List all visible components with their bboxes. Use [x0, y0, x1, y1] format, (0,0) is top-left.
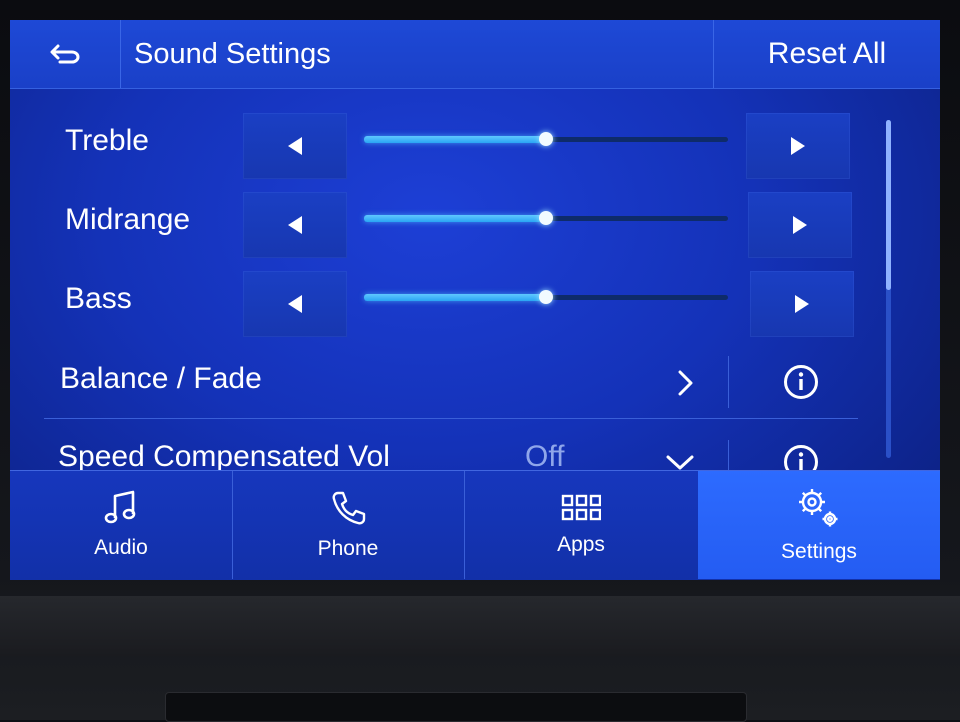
music-note-icon: [104, 490, 136, 524]
nav-apps[interactable]: Apps: [464, 471, 699, 579]
nav-audio-label: Audio: [94, 536, 148, 559]
treble-decrease-button[interactable]: [243, 113, 347, 179]
dashboard-slot: [165, 692, 747, 722]
slider-thumb[interactable]: [539, 132, 553, 146]
scrollbar-thumb[interactable]: [886, 120, 891, 290]
header-bar: Sound Settings Reset All: [10, 20, 940, 89]
info-icon: [784, 365, 818, 399]
chevron-right-icon: [678, 370, 693, 396]
divider: [728, 356, 729, 408]
bass-slider[interactable]: [364, 290, 728, 304]
gears-icon: [799, 489, 838, 527]
nav-settings-label: Settings: [781, 540, 857, 563]
speed-compensated-vol-label[interactable]: Speed Compensated Vol: [58, 440, 390, 474]
slider-thumb[interactable]: [539, 211, 553, 225]
right-arrow-icon: [791, 137, 805, 155]
bass-decrease-button[interactable]: [243, 271, 347, 337]
phone-icon: [332, 491, 366, 525]
midrange-increase-button[interactable]: [748, 192, 852, 258]
bass-label: Bass: [65, 282, 132, 315]
chevron-down-icon[interactable]: [665, 452, 695, 472]
bottom-nav: Audio Phone Apps Settings: [10, 470, 940, 580]
slider-thumb[interactable]: [539, 290, 553, 304]
treble-increase-button[interactable]: [746, 113, 850, 179]
speed-compensated-vol-value: Off: [525, 440, 565, 473]
slider-fill: [364, 136, 546, 143]
right-arrow-icon: [795, 295, 809, 313]
nav-apps-label: Apps: [557, 533, 605, 556]
left-arrow-icon: [288, 295, 302, 313]
balance-fade-label: Balance / Fade: [60, 362, 262, 395]
treble-label: Treble: [65, 124, 149, 157]
nav-audio[interactable]: Audio: [10, 471, 233, 579]
back-button[interactable]: [10, 20, 121, 88]
slider-fill: [364, 294, 546, 301]
treble-slider[interactable]: [364, 132, 728, 146]
divider: [728, 440, 729, 470]
apps-grid-icon: [561, 494, 601, 521]
left-arrow-icon: [288, 137, 302, 155]
page-title: Sound Settings: [134, 38, 331, 70]
infotainment-screen: Sound Settings Reset All Treble Midrange…: [10, 20, 940, 580]
balance-fade-row[interactable]: Balance / Fade: [44, 346, 858, 419]
slider-fill: [364, 215, 546, 222]
midrange-label: Midrange: [65, 203, 191, 236]
scrollbar[interactable]: [886, 120, 891, 458]
midrange-slider[interactable]: [364, 211, 728, 225]
midrange-decrease-button[interactable]: [243, 192, 347, 258]
bass-increase-button[interactable]: [750, 271, 854, 337]
dashboard-trim: [0, 596, 960, 656]
balance-info-button[interactable]: [783, 364, 819, 400]
reset-all-button[interactable]: Reset All: [713, 20, 940, 88]
back-arrow-icon: [50, 44, 80, 64]
nav-settings[interactable]: Settings: [698, 471, 940, 579]
left-arrow-icon: [288, 216, 302, 234]
nav-phone-label: Phone: [317, 537, 379, 560]
nav-phone[interactable]: Phone: [232, 471, 465, 579]
right-arrow-icon: [793, 216, 807, 234]
